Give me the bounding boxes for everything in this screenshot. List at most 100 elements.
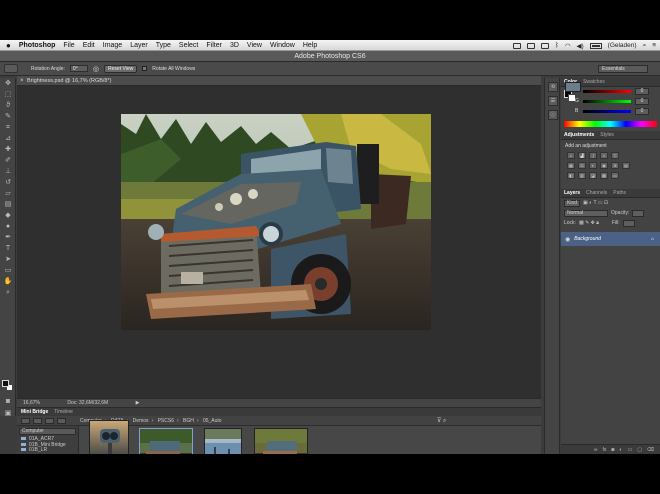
rotate-all-windows-checkbox[interactable] [142, 66, 148, 71]
menu-select[interactable]: Select [179, 42, 198, 49]
document-image[interactable] [121, 114, 431, 330]
tab-timeline[interactable]: Timeline [54, 408, 73, 416]
delete-layer-icon[interactable]: ⌫ [647, 447, 654, 453]
lasso-tool-icon[interactable]: ϑ [2, 101, 14, 111]
tab-adjustments[interactable]: Adjustments [564, 131, 594, 139]
info-panel-icon[interactable]: ⓘ [548, 110, 558, 120]
blue-slider[interactable]: B 0 [561, 107, 660, 116]
breadcrumb-item[interactable]: Demos [133, 418, 149, 424]
thumbnail-truck-2[interactable] [254, 428, 308, 454]
fill-field[interactable] [622, 219, 635, 227]
marquee-tool-icon[interactable]: ⬚ [2, 90, 14, 100]
document-tab[interactable]: × Brightness.psd @ 16,7% (RGB/8*) [17, 76, 541, 86]
breadcrumb-item[interactable]: 05_Auto [203, 418, 222, 424]
menu-view[interactable]: View [247, 42, 262, 49]
timemachine-icon[interactable] [540, 42, 549, 49]
notifications-icon[interactable]: ≡ [652, 42, 656, 49]
menu-photoshop[interactable]: Photoshop [19, 42, 56, 49]
red-value[interactable]: 0 [635, 88, 649, 95]
breadcrumb-item[interactable]: PSCS6 [158, 418, 174, 424]
levels-icon[interactable]: ▟ [578, 152, 586, 159]
brush-tool-icon[interactable]: ✐ [2, 156, 14, 166]
color-lookup-icon[interactable]: ▤ [622, 162, 630, 169]
pen-tool-icon[interactable]: ✒ [2, 233, 14, 243]
menu-type[interactable]: Type [156, 42, 171, 49]
screen-share-icon[interactable] [512, 42, 521, 49]
menu-help[interactable]: Help [303, 42, 317, 49]
green-slider-track[interactable] [583, 100, 631, 103]
blur-tool-icon[interactable]: ◆ [2, 211, 14, 221]
zoom-tool-icon[interactable]: ⌕ [2, 288, 14, 298]
breadcrumb-item[interactable]: BGH [183, 418, 194, 424]
new-layer-icon[interactable]: ▢ [637, 447, 642, 453]
volume-icon[interactable]: ◀) [576, 42, 583, 50]
apple-icon[interactable]: ● [6, 41, 11, 50]
zoom-level[interactable]: 16,67% [23, 400, 40, 406]
quick-select-tool-icon[interactable]: ✎ [2, 112, 14, 122]
dodge-tool-icon[interactable]: ● [2, 222, 14, 232]
tab-styles[interactable]: Styles [600, 131, 614, 139]
location-dropdown[interactable]: Computer [19, 428, 76, 435]
thumbnail-paddleboard[interactable] [204, 428, 242, 454]
invert-icon[interactable]: ◧ [567, 172, 575, 179]
document-info[interactable]: Doc: 32,6M/32,6M [67, 400, 108, 406]
green-value[interactable]: 0 [635, 98, 649, 105]
sort-icon[interactable] [57, 418, 66, 424]
photo-filter-icon[interactable]: ◉ [600, 162, 608, 169]
layer-style-icon[interactable]: fx [603, 447, 607, 453]
menu-window[interactable]: Window [270, 42, 295, 49]
tab-paths[interactable]: Paths [613, 189, 626, 197]
tab-swatches[interactable]: Swatches [583, 78, 605, 86]
hue-saturation-icon[interactable]: ▦ [567, 162, 575, 169]
visibility-eye-icon[interactable]: ◉ [565, 236, 570, 243]
opacity-field[interactable] [632, 209, 645, 217]
hand-tool-icon[interactable]: ✋ [2, 277, 14, 287]
gradient-tool-icon[interactable]: ▤ [2, 200, 14, 210]
menu-edit[interactable]: Edit [83, 42, 95, 49]
display-icon[interactable] [526, 42, 535, 49]
canvas-area[interactable] [17, 86, 541, 398]
layer-row-background[interactable]: ◉ Background ⌂ [561, 82, 660, 246]
posterize-icon[interactable]: ▥ [578, 172, 586, 179]
tool-preset-picker[interactable] [4, 64, 18, 73]
battery-icon[interactable] [589, 42, 602, 49]
layer-name[interactable]: Background [574, 236, 601, 242]
filter-icons[interactable]: ▣ ◐ T ▭ ⊡ [583, 198, 608, 208]
red-slider-track[interactable] [583, 90, 631, 93]
history-brush-tool-icon[interactable]: ↺ [2, 178, 14, 188]
workspace-switcher[interactable]: Essentials [598, 65, 648, 73]
shape-tool-icon[interactable]: ▭ [2, 266, 14, 276]
menu-filter[interactable]: Filter [206, 42, 222, 49]
back-icon[interactable] [21, 418, 30, 424]
eraser-tool-icon[interactable]: ▱ [2, 189, 14, 199]
black-white-icon[interactable]: ◐ [589, 162, 597, 169]
new-adjustment-icon[interactable]: ◐ [619, 447, 622, 453]
threshold-icon[interactable]: ◪ [589, 172, 597, 179]
forward-icon[interactable] [33, 418, 42, 424]
eyedropper-tool-icon[interactable]: ⊿ [2, 134, 14, 144]
bluetooth-icon[interactable]: ᛒ [555, 42, 559, 49]
foreground-color-swatch[interactable] [2, 380, 9, 387]
vibrance-icon[interactable]: ▽ [611, 152, 619, 159]
healing-tool-icon[interactable]: ✚ [2, 145, 14, 155]
new-group-icon[interactable]: ▭ [627, 447, 632, 453]
tab-mini-bridge[interactable]: Mini Bridge [21, 408, 48, 416]
rotation-dial-icon[interactable]: ◎ [93, 65, 99, 73]
clone-stamp-tool-icon[interactable]: ⊥ [2, 167, 14, 177]
menu-image[interactable]: Image [103, 42, 122, 49]
filter-icon[interactable]: ⊽ ⌕ [437, 416, 446, 426]
rotation-angle-field[interactable]: 0° [69, 65, 88, 72]
move-tool-icon[interactable]: ✥ [2, 79, 14, 89]
close-document-icon[interactable]: × [20, 76, 24, 86]
exposure-icon[interactable]: ± [600, 152, 608, 159]
status-arrow-icon[interactable]: ▶ [136, 400, 140, 406]
path-selection-tool-icon[interactable]: ➤ [2, 255, 14, 265]
tab-layers[interactable]: Layers [564, 189, 580, 197]
selective-color-icon[interactable]: ▩ [600, 172, 608, 179]
thumbnail-binoculars[interactable] [89, 420, 129, 454]
color-balance-icon[interactable]: ⚖ [578, 162, 586, 169]
green-slider[interactable]: G 0 [561, 97, 660, 106]
quick-mask-icon[interactable]: ◙ [2, 397, 14, 407]
color-spectrum[interactable] [564, 121, 657, 127]
folder-item[interactable]: 01B_LR [17, 447, 78, 454]
